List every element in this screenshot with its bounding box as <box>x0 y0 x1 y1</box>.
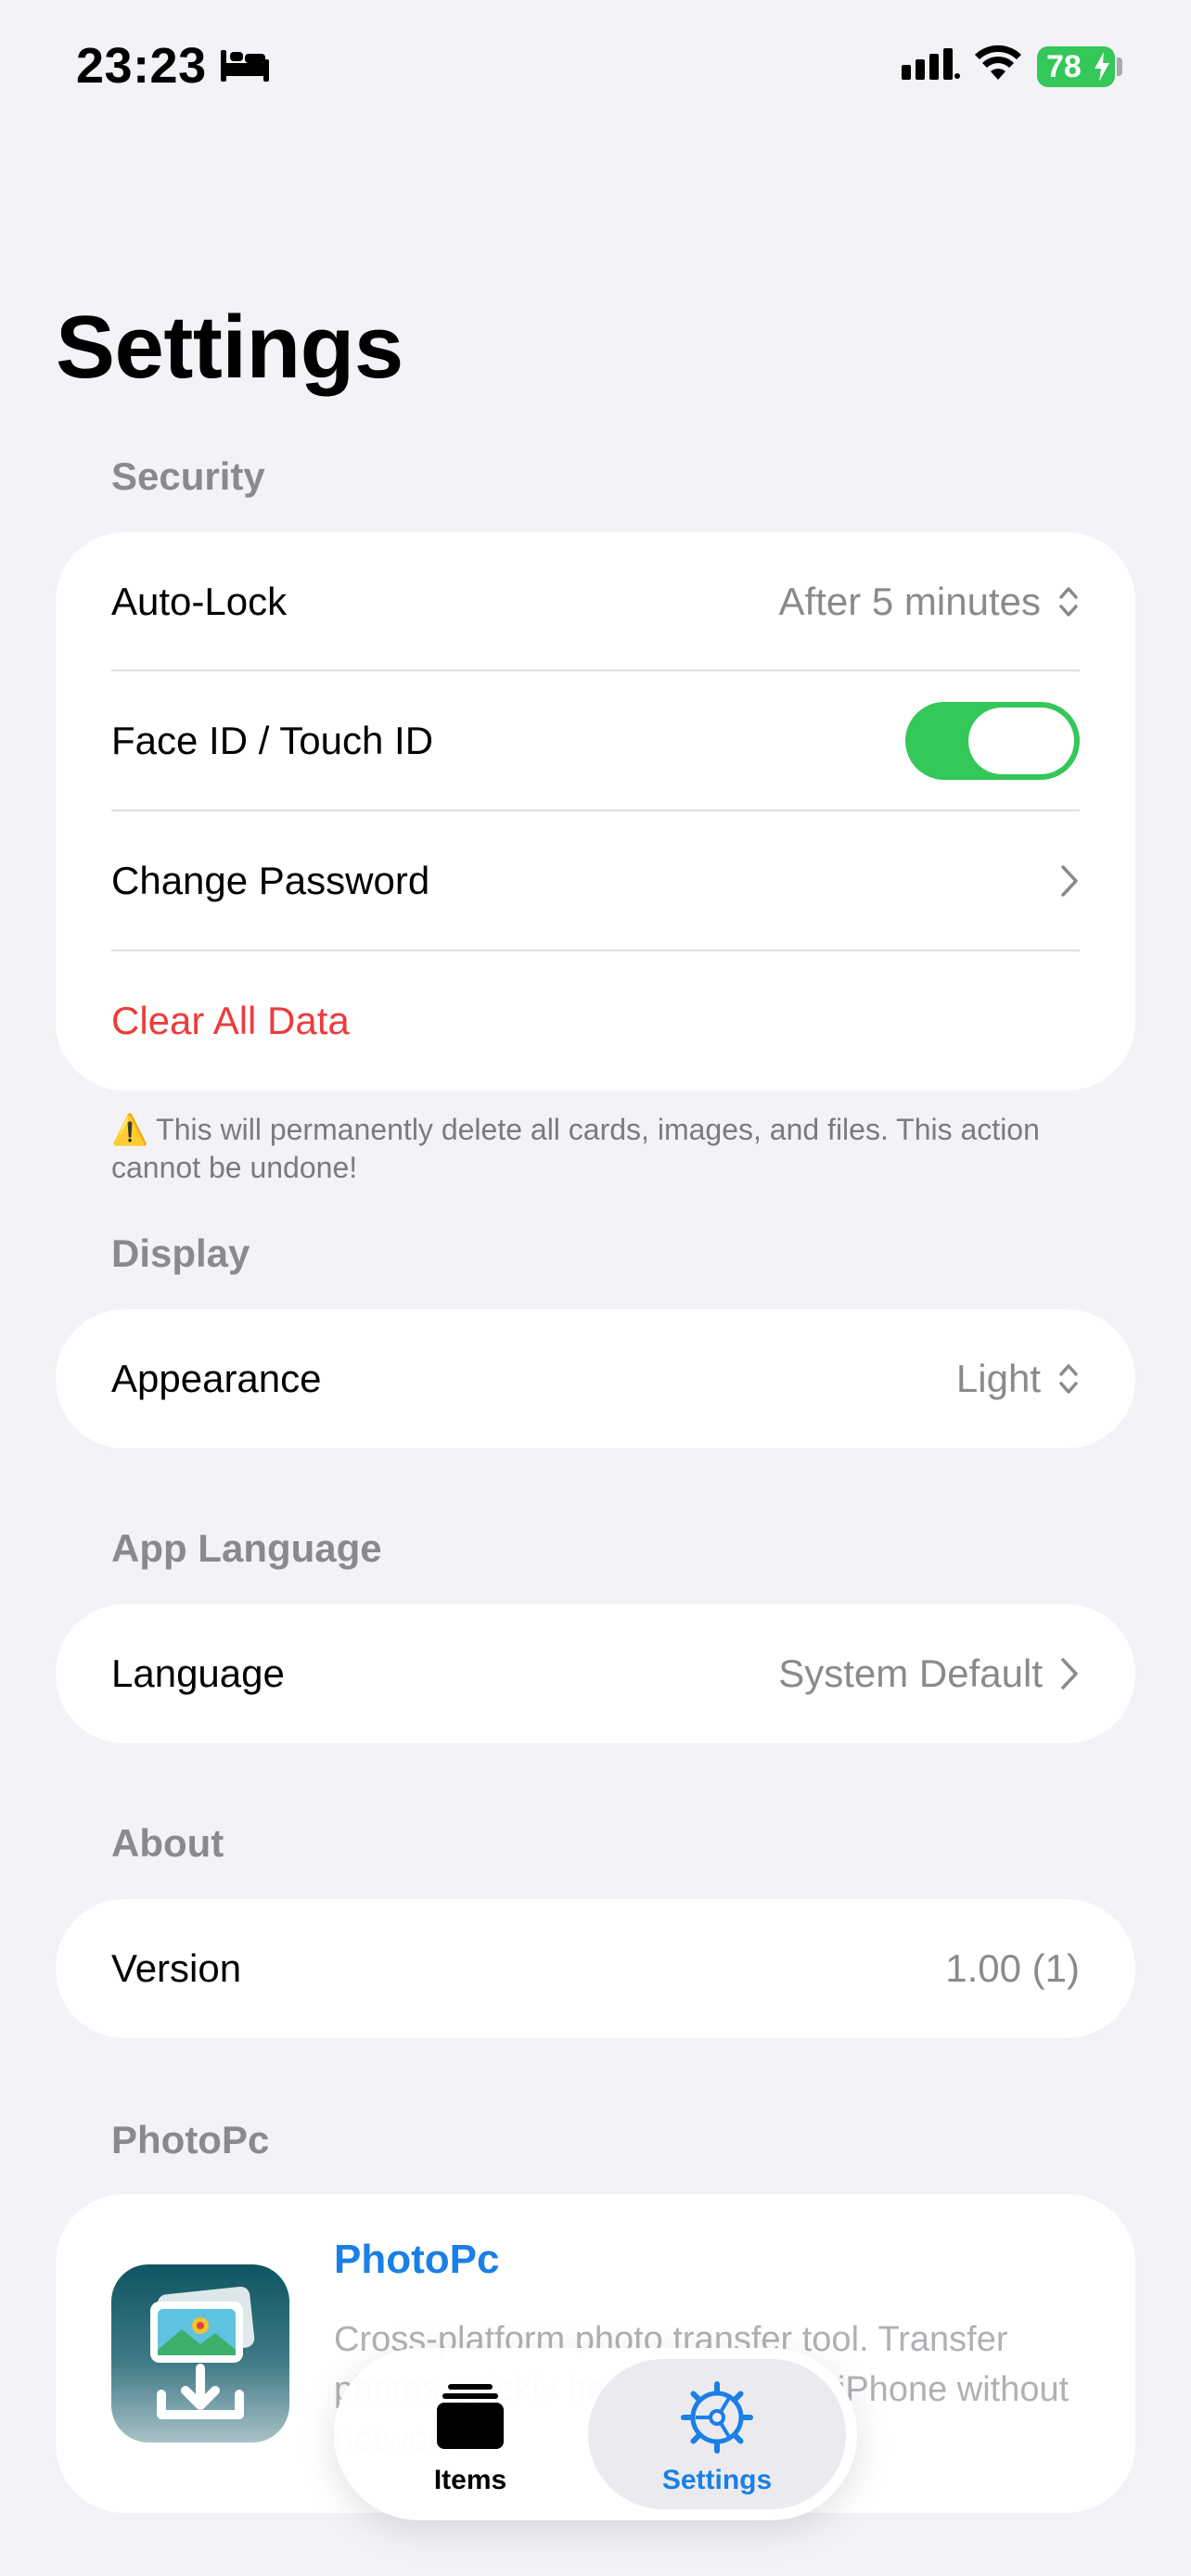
battery-cap <box>1117 57 1122 76</box>
version-row: Version 1.00 (1) <box>111 1899 1080 2038</box>
chevron-up-down-icon <box>1059 1364 1078 1394</box>
status-bar: 23:23 78 <box>0 0 1191 139</box>
change-password-row[interactable]: Change Password <box>111 811 1080 950</box>
section-header-display: Display <box>111 1231 250 1275</box>
security-card: Auto-Lock After 5 minutes Face ID / Touc… <box>56 532 1135 1090</box>
tab-settings-label: Settings <box>661 2465 773 2495</box>
tab-bar: Items Settings <box>334 2348 857 2520</box>
section-header-app-language: App Language <box>111 1526 382 1570</box>
version-label: Version <box>111 1946 242 1990</box>
face-id-row: Face ID / Touch ID <box>111 671 1080 810</box>
language-card: Language System Default <box>56 1604 1135 1743</box>
change-password-label: Change Password <box>111 859 430 902</box>
clear-data-warning: ⚠️ This will permanently delete all card… <box>111 1113 1040 1184</box>
language-label: Language <box>111 1651 285 1695</box>
photopc-app-name: PhotoPc <box>334 2237 500 2282</box>
face-id-toggle[interactable] <box>905 702 1080 780</box>
photo-download-icon <box>150 2286 255 2419</box>
clear-all-data-label: Clear All Data <box>111 999 350 1042</box>
battery-indicator: 78 <box>1037 46 1115 87</box>
bed-icon <box>221 50 269 82</box>
tab-items[interactable]: Items <box>345 2359 596 2509</box>
display-card: Appearance Light <box>56 1309 1135 1448</box>
tab-items-label: Items <box>433 2465 507 2495</box>
photopc-app-icon <box>111 2264 289 2442</box>
chevron-right-icon <box>1061 1658 1078 1690</box>
version-value: 1.00 (1) <box>945 1946 1080 1990</box>
section-header-photopc: PhotoPc <box>111 2118 270 2162</box>
toggle-knob <box>968 708 1074 774</box>
section-header-security: Security <box>111 454 265 498</box>
chevron-right-icon <box>1061 865 1078 897</box>
language-row[interactable]: Language System Default <box>111 1604 1080 1743</box>
clear-all-data-row[interactable]: Clear All Data <box>111 951 1080 1090</box>
face-id-label: Face ID / Touch ID <box>111 719 434 762</box>
auto-lock-row[interactable]: Auto-Lock After 5 minutes <box>111 532 1080 671</box>
appearance-row[interactable]: Appearance Light <box>111 1309 1080 1448</box>
gear-icon <box>681 2381 753 2454</box>
auto-lock-label: Auto-Lock <box>111 580 288 623</box>
stack-icon <box>437 2384 504 2449</box>
appearance-value: Light <box>955 1357 1041 1400</box>
page-title: Settings <box>56 298 403 397</box>
status-time: 23:23 <box>76 38 207 94</box>
tab-settings[interactable]: Settings <box>588 2359 846 2509</box>
cellular-signal-icon <box>902 48 960 80</box>
auto-lock-value: After 5 minutes <box>778 580 1041 623</box>
about-card: Version 1.00 (1) <box>56 1899 1135 2038</box>
battery-level: 78 <box>1046 49 1082 84</box>
language-value: System Default <box>778 1651 1043 1695</box>
chevron-up-down-icon <box>1059 587 1078 617</box>
charging-bolt-icon <box>1095 52 1109 82</box>
wifi-icon <box>975 45 1021 80</box>
section-header-about: About <box>111 1821 224 1865</box>
appearance-label: Appearance <box>111 1357 322 1400</box>
